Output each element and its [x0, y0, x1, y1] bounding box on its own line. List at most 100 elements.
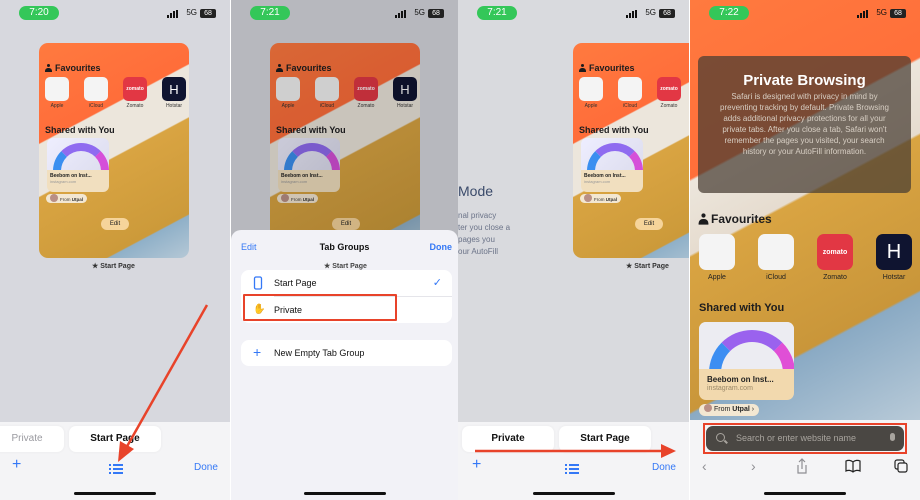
- favourite-hotstar[interactable]: H Hotstar: [876, 234, 912, 281]
- tab-group-start-page[interactable]: Start Page: [69, 426, 161, 452]
- private-mode-line: nal privacy: [458, 211, 497, 220]
- highlight-box-private: [243, 294, 397, 321]
- shared-link-title: Beebom on Inst...: [50, 173, 92, 179]
- done-button[interactable]: Done: [194, 462, 218, 473]
- panel-tab-overview-1: 7:20 5G 68 Favourites Apple iCloud zomat…: [0, 0, 230, 500]
- favourite-label: iCloud: [319, 103, 335, 109]
- done-button[interactable]: Done: [430, 242, 453, 252]
- tab-card-label: ★ Start Page: [92, 263, 135, 270]
- favourite-zomato[interactable]: zomato Zomato: [817, 234, 853, 281]
- hotstar-icon: H: [162, 77, 186, 101]
- person-icon: [698, 213, 709, 225]
- tab-group-start-page[interactable]: Start Page ✓: [241, 270, 452, 296]
- favourite-apple[interactable]: Apple: [45, 77, 69, 109]
- phone-icon: [253, 276, 263, 290]
- tab-card-title: Start Page: [100, 263, 135, 270]
- status-time: 7:20: [19, 6, 59, 20]
- favourite-label: Apple: [50, 103, 64, 109]
- forward-icon[interactable]: ›: [751, 458, 756, 474]
- highlight-box-search: [703, 423, 907, 454]
- network-label: 5G: [876, 8, 887, 17]
- favourite-icloud[interactable]: iCloud: [618, 77, 642, 109]
- tab-groups-sheet: Edit Tab Groups Done Start Page ✓ ✋ Priv…: [231, 230, 458, 500]
- network-label: 5G: [414, 8, 425, 17]
- new-group-label: New Empty Tab Group: [274, 348, 365, 358]
- favourite-zomato[interactable]: zomato Zomato: [123, 77, 147, 109]
- signal-icon: [167, 10, 178, 18]
- instagram-thumbnail: [581, 138, 643, 170]
- favourite-label: Zomato: [126, 103, 144, 109]
- new-tab-button[interactable]: +: [12, 456, 21, 474]
- favourite-label: Hotstar: [882, 274, 906, 281]
- shared-link-title: Beebom on Inst...: [584, 173, 626, 179]
- done-button[interactable]: Done: [652, 462, 676, 473]
- favourite-icloud[interactable]: iCloud: [84, 77, 108, 109]
- edit-button: Edit: [332, 218, 360, 230]
- favourite-icloud[interactable]: iCloud: [758, 234, 794, 281]
- signal-icon: [857, 10, 868, 18]
- edit-button[interactable]: Edit: [635, 218, 663, 230]
- from-prefix: From: [60, 197, 71, 202]
- tab-card-start-page[interactable]: Favourites Apple iCloud zomato Zomato H Ho…: [39, 43, 189, 258]
- share-icon[interactable]: [796, 458, 808, 477]
- status-bar: 7:21 5G 68: [458, 6, 689, 22]
- new-tab-group-section: + New Empty Tab Group: [241, 340, 452, 366]
- new-empty-tab-group-button[interactable]: + New Empty Tab Group: [241, 340, 452, 366]
- tab-group-private[interactable]: Private: [0, 426, 64, 452]
- favourite-apple: Apple: [276, 77, 300, 109]
- tab-groups-list-icon[interactable]: [109, 464, 123, 474]
- battery-icon: 68: [200, 9, 216, 18]
- home-indicator: [74, 492, 156, 495]
- favourite-label: Hotstar: [165, 103, 183, 109]
- tab-card-label: ★ Start Page: [626, 263, 669, 270]
- apple-icon: [315, 77, 339, 101]
- favourite-apple[interactable]: Apple: [699, 234, 735, 281]
- shared-with-you-heading: Shared with You: [276, 125, 346, 135]
- status-time: 7:22: [709, 6, 749, 20]
- back-icon[interactable]: ‹: [702, 458, 707, 474]
- shared-from-badge[interactable]: From Utpal: [46, 194, 88, 203]
- shared-link-card[interactable]: Beebom on Inst... instagram.com: [581, 138, 643, 192]
- favourite-apple[interactable]: Apple: [579, 77, 603, 109]
- favourite-zomato[interactable]: zomato Zomato: [657, 77, 681, 109]
- shared-from-badge[interactable]: From Utpal ›: [699, 404, 760, 416]
- from-name: Utpal: [605, 197, 618, 202]
- favourite-hotstar[interactable]: H Hotstar: [162, 77, 186, 109]
- tab-card-title: Start Page: [332, 263, 367, 270]
- favourite-label: Hotstar: [396, 103, 414, 109]
- zomato-icon: zomato: [123, 77, 147, 101]
- avatar: [50, 194, 58, 202]
- shared-link-url: instagram.com: [281, 179, 308, 184]
- favourite-label: iCloud: [766, 274, 786, 281]
- apple-icon: [618, 77, 642, 101]
- shared-from-badge[interactable]: From Utpal: [580, 194, 622, 203]
- status-bar: 7:20 5G 68: [0, 6, 230, 22]
- tab-card-label: ★ Start Page: [324, 263, 367, 270]
- tab-card-start-page[interactable]: Favourites Apple iCloud zomato Zomato Sha…: [573, 43, 689, 258]
- avatar: [281, 194, 289, 202]
- private-mode-title: Mode: [458, 183, 494, 199]
- panel-tab-groups: 7:21 5G 68 Favourites Apple iCloud zomat…: [231, 0, 458, 500]
- checkmark-icon: ✓: [432, 277, 442, 289]
- battery-icon: 68: [890, 9, 906, 18]
- from-prefix: From: [714, 406, 731, 413]
- shared-link-card[interactable]: Beebom on Inst... instagram.com: [699, 322, 794, 400]
- tab-group-private[interactable]: Private: [462, 426, 554, 452]
- tab-card-title: Start Page: [634, 263, 669, 270]
- favourite-zomato: zomato Zomato: [354, 77, 378, 109]
- favourite-label: Apple: [584, 103, 598, 109]
- instagram-thumbnail: [278, 138, 340, 170]
- zomato-icon: zomato: [354, 77, 378, 101]
- new-tab-button[interactable]: +: [472, 456, 481, 474]
- hotstar-icon: H: [876, 234, 912, 270]
- status-time: 7:21: [477, 6, 517, 20]
- bookmarks-icon[interactable]: [845, 459, 861, 476]
- shared-link-card[interactable]: Beebom on Inst... instagram.com: [47, 138, 109, 192]
- favourite-label: Apple: [708, 274, 726, 281]
- tabs-icon[interactable]: [894, 459, 908, 476]
- edit-button[interactable]: Edit: [101, 218, 129, 230]
- tab-group-label: Start Page: [274, 278, 317, 288]
- tab-group-start-page[interactable]: Start Page: [559, 426, 651, 452]
- signal-icon: [626, 10, 637, 18]
- tab-groups-list-icon[interactable]: [565, 464, 579, 474]
